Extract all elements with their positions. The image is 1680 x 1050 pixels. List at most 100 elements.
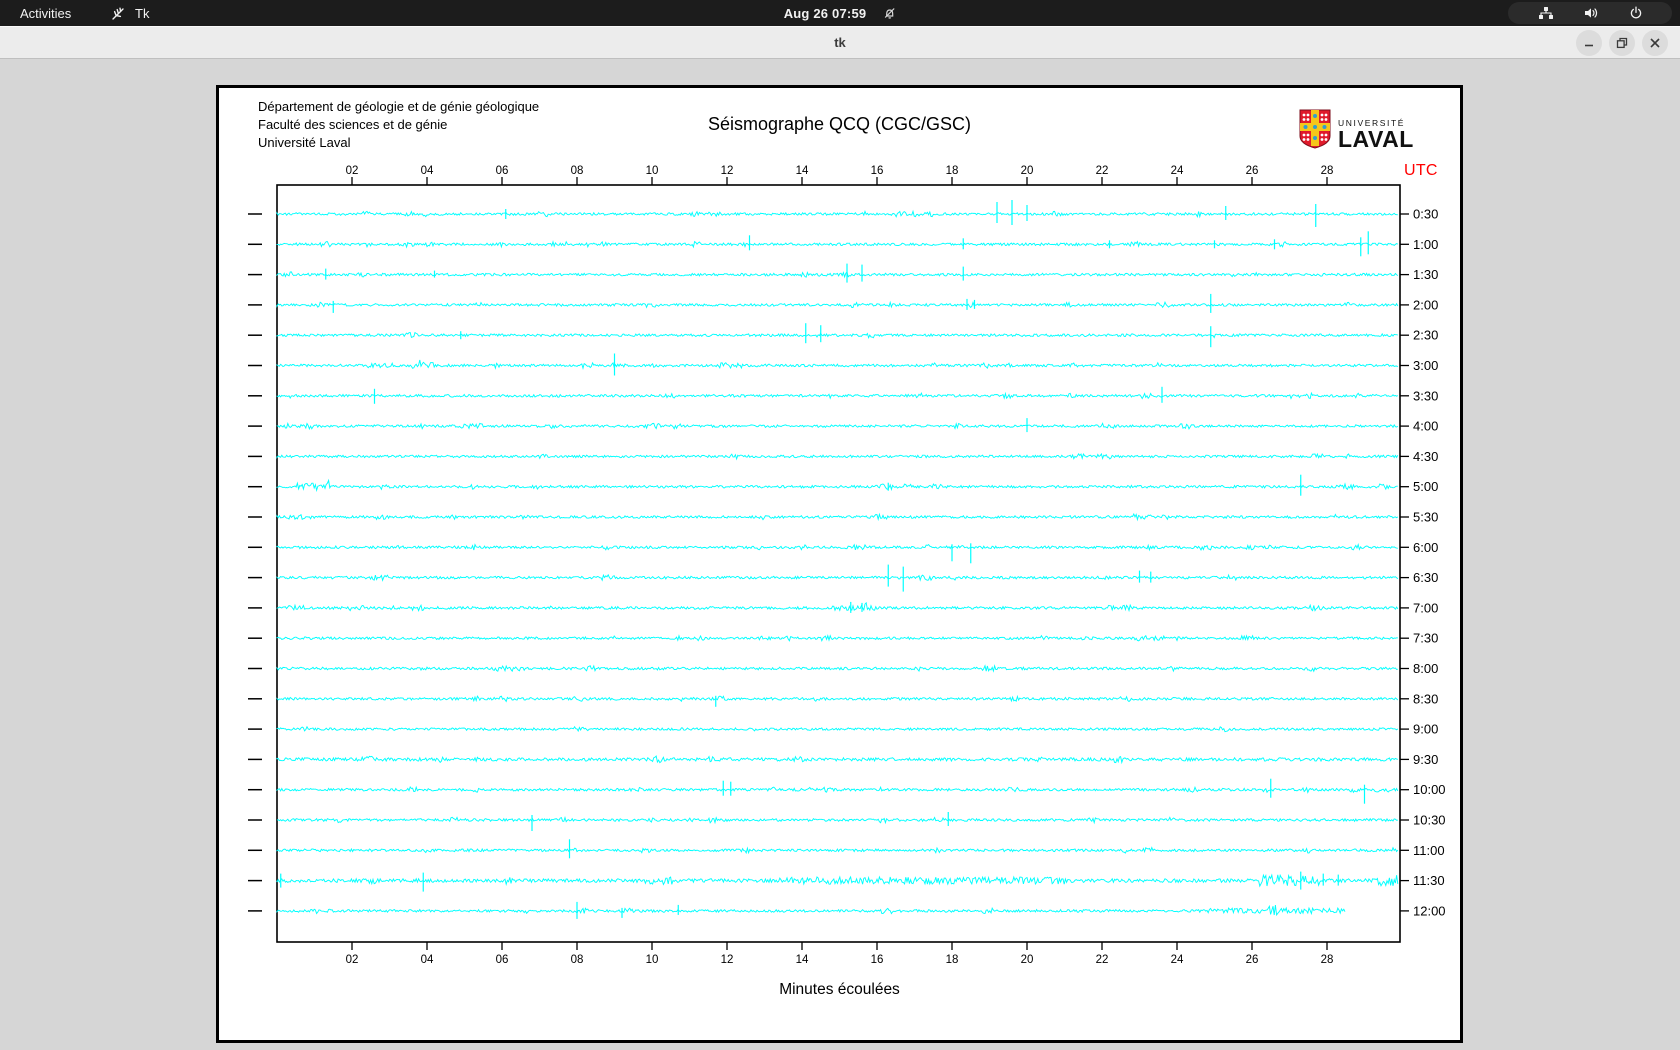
x-tick-label-bottom: 18: [946, 954, 959, 966]
row-time-label: 8:30: [1413, 691, 1438, 706]
trace-row: [276, 634, 1398, 642]
row-time-label: 4:30: [1413, 449, 1438, 464]
x-tick-label-bottom: 08: [571, 954, 584, 966]
x-tick-label-bottom: 16: [871, 954, 884, 966]
trace-row: [276, 271, 1399, 279]
x-tick-label-top: 02: [346, 165, 359, 177]
seismograph-canvas: Département de géologie et de génie géol…: [216, 85, 1463, 1043]
window-controls: [1576, 29, 1668, 56]
x-tick-label-bottom: 04: [421, 954, 434, 966]
row-time-label: 9:30: [1413, 752, 1438, 767]
window-title: tk: [834, 34, 846, 50]
row-time-label: 10:00: [1413, 782, 1446, 797]
row-time-label: 1:00: [1413, 237, 1438, 252]
trace-row: [276, 240, 1399, 249]
trace-row: [276, 391, 1399, 400]
minimize-button[interactable]: [1576, 29, 1602, 56]
activities-label: Activities: [20, 5, 72, 21]
x-tick-label-top: 12: [721, 165, 734, 177]
volume-icon: [1583, 6, 1599, 20]
trace-row: [276, 452, 1399, 461]
tk-feather-icon: [110, 5, 127, 22]
trace-row: [276, 422, 1399, 431]
x-tick-label-top: 06: [496, 165, 509, 177]
trace-row: [276, 755, 1398, 765]
maximize-button[interactable]: [1609, 29, 1635, 56]
x-axis-ticks: 02 02 04 04 06 06 08 08 10 10 12 12 14 14 16 16 18 18 20 20…: [346, 165, 1334, 966]
trace-row: [276, 512, 1399, 522]
bell-muted-icon: [882, 6, 896, 20]
x-tick-label-bottom: 26: [1246, 954, 1259, 966]
row-time-label: 3:30: [1413, 388, 1438, 403]
row-time-label: 10:30: [1413, 813, 1446, 828]
x-tick-label-top: 26: [1246, 165, 1259, 177]
network-icon: [1538, 6, 1554, 20]
x-tick-label-bottom: 06: [496, 954, 509, 966]
row-time-label: 11:00: [1413, 843, 1445, 858]
row-time-label: 2:30: [1413, 328, 1438, 343]
trace-row: [276, 573, 1399, 582]
x-tick-label-top: 10: [646, 165, 659, 177]
x-tick-label-top: 14: [796, 165, 809, 177]
app-indicator-tk[interactable]: Tk: [104, 0, 155, 26]
row-time-label: 5:30: [1413, 510, 1438, 525]
x-tick-label-top: 16: [871, 165, 884, 177]
app-indicator-label: Tk: [135, 5, 150, 21]
row-time-label: 11:30: [1413, 873, 1445, 888]
x-tick-label-top: 08: [571, 165, 584, 177]
row-time-label: 8:00: [1413, 661, 1438, 676]
row-time-label: 7:30: [1413, 631, 1438, 646]
power-icon: [1629, 6, 1643, 20]
x-tick-label-top: 28: [1321, 165, 1334, 177]
x-tick-label-bottom: 20: [1021, 954, 1034, 966]
row-time-label: 7:00: [1413, 600, 1438, 615]
trace-row: [276, 785, 1399, 794]
seismic-traces: 0:30 1:00 1:30 2:00 2:30 3:00 3:30 4:00 4:30 5:00…: [248, 200, 1446, 919]
x-tick-label-bottom: 10: [646, 954, 659, 966]
trace-row: [276, 873, 1399, 888]
row-time-label: 0:30: [1413, 207, 1438, 222]
trace-row: [276, 300, 1399, 309]
trace-row: [276, 694, 1399, 703]
trace-row: [276, 209, 1398, 219]
close-button[interactable]: [1642, 29, 1668, 56]
row-time-label: 3:00: [1413, 358, 1438, 373]
x-tick-label-top: 22: [1096, 165, 1109, 177]
row-time-label: 2:00: [1413, 297, 1438, 312]
trace-row: [276, 725, 1399, 733]
x-tick-label-top: 18: [946, 165, 959, 177]
system-tray-button[interactable]: [1508, 2, 1672, 24]
trace-row: [276, 601, 1399, 613]
gnome-top-bar: Activities Tk Aug 26 07:59: [0, 0, 1680, 26]
trace-row: [276, 846, 1399, 855]
trace-row: [276, 478, 1398, 493]
trace-row: [276, 331, 1398, 340]
x-tick-label-top: 04: [421, 165, 434, 177]
x-tick-label-bottom: 02: [346, 954, 359, 966]
activities-button[interactable]: Activities: [14, 0, 77, 26]
row-time-label: 9:00: [1413, 722, 1438, 737]
row-time-label: 4:00: [1413, 419, 1438, 434]
x-tick-label-top: 20: [1021, 165, 1034, 177]
trace-row: [276, 542, 1398, 552]
trace-row: [276, 664, 1398, 673]
plot-frame: [276, 184, 1401, 943]
trace-row: [276, 815, 1398, 825]
row-time-label: 12:00: [1413, 903, 1446, 918]
trace-row: [276, 359, 1399, 371]
x-tick-label-bottom: 28: [1321, 954, 1334, 966]
clock-text: Aug 26 07:59: [783, 5, 867, 21]
clock-button[interactable]: Aug 26 07:59: [784, 0, 897, 26]
x-tick-label-bottom: 24: [1171, 954, 1184, 966]
x-tick-label-bottom: 14: [796, 954, 809, 966]
row-time-label: 6:30: [1413, 570, 1438, 585]
row-time-label: 6:00: [1413, 540, 1438, 555]
x-axis-label: Minutes écoulées: [779, 981, 900, 998]
x-tick-label-bottom: 22: [1096, 954, 1109, 966]
row-time-label: 1:30: [1413, 267, 1438, 282]
x-tick-label-bottom: 12: [721, 954, 734, 966]
trace-row: [276, 904, 1346, 917]
row-time-label: 5:00: [1413, 479, 1438, 494]
window-titlebar[interactable]: tk: [0, 26, 1680, 59]
x-tick-label-top: 24: [1171, 165, 1184, 177]
